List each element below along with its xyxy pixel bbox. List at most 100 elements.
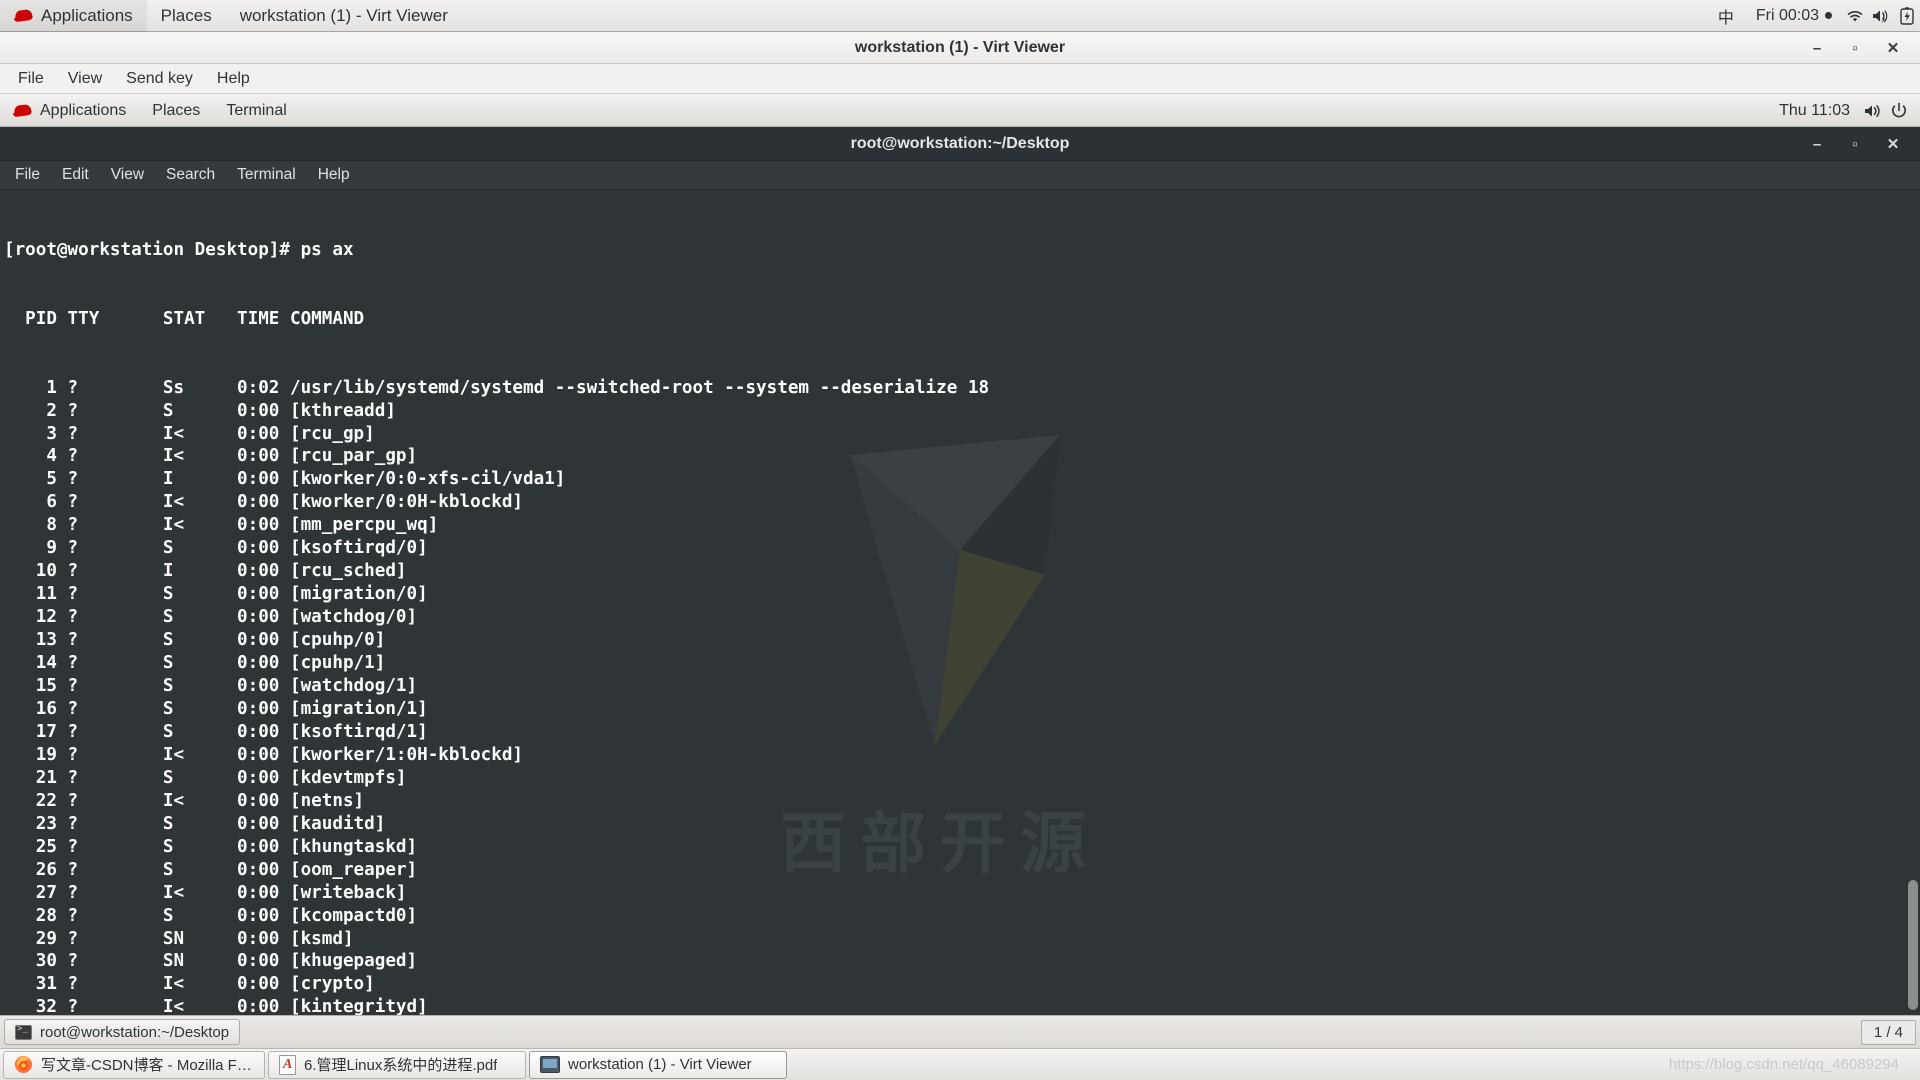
- terminal-process-row: 16 ? S 0:00 [migration/1]: [4, 698, 1920, 721]
- taskbar-item-pdf-label: 6.管理Linux系统中的进程.pdf: [304, 1054, 497, 1075]
- host-clock[interactable]: Fri 00:03: [1746, 7, 1842, 25]
- volume-icon[interactable]: [1860, 95, 1886, 127]
- host-window-title-label: workstation (1) - Virt Viewer: [240, 6, 448, 26]
- terminal-process-row: 6 ? I< 0:00 [kworker/0:0H-kblockd]: [4, 491, 1920, 514]
- terminal-menu-terminal[interactable]: Terminal: [226, 163, 307, 187]
- wifi-icon[interactable]: [1842, 0, 1868, 32]
- virt-viewer-menu-file[interactable]: File: [6, 67, 56, 91]
- virt-viewer-window: workstation (1) - Virt Viewer – ▫ ✕ File…: [0, 32, 1920, 1048]
- terminal-text-content: [root@workstation Desktop]# ps ax PID TT…: [4, 193, 1920, 1015]
- virt-viewer-menubar: File View Send key Help: [0, 64, 1920, 94]
- terminal-process-row: 22 ? I< 0:00 [netns]: [4, 790, 1920, 813]
- terminal-output-area[interactable]: 西部开源 [root@workstation Desktop]# ps ax P…: [0, 190, 1920, 1015]
- terminal-process-row: 31 ? I< 0:00 [crypto]: [4, 973, 1920, 996]
- terminal-title-label: root@workstation:~/Desktop: [851, 135, 1070, 153]
- virt-viewer-title-label: workstation (1) - Virt Viewer: [855, 39, 1065, 57]
- virt-viewer-window-controls: – ▫ ✕: [1800, 32, 1910, 64]
- terminal-process-row: 21 ? S 0:00 [kdevtmpfs]: [4, 767, 1920, 790]
- volume-muted-icon[interactable]: x: [1868, 0, 1894, 32]
- host-window-title-item[interactable]: workstation (1) - Virt Viewer: [226, 0, 462, 32]
- host-applications-menu[interactable]: Applications: [0, 0, 147, 32]
- terminal-menu-view[interactable]: View: [100, 163, 155, 187]
- terminal-menu-help[interactable]: Help: [307, 163, 361, 187]
- terminal-process-row: 28 ? S 0:00 [kcompactd0]: [4, 905, 1920, 928]
- virt-viewer-menu-view[interactable]: View: [56, 67, 114, 91]
- input-method-icon[interactable]: 中: [1706, 4, 1746, 28]
- taskbar-item-firefox[interactable]: 写文章-CSDN博客 - Mozilla Firefox: [3, 1051, 265, 1079]
- virt-viewer-icon: [540, 1056, 560, 1073]
- terminal-process-row: 27 ? I< 0:00 [writeback]: [4, 882, 1920, 905]
- virt-viewer-titlebar: workstation (1) - Virt Viewer – ▫ ✕: [0, 32, 1920, 64]
- notification-dot-icon: [1825, 12, 1832, 19]
- host-top-panel: Applications Places workstation (1) - Vi…: [0, 0, 1920, 32]
- guest-applications-label: Applications: [40, 102, 126, 120]
- terminal-window: root@workstation:~/Desktop – ▫ ✕ File Ed…: [0, 127, 1920, 1015]
- svg-text:x: x: [1882, 16, 1886, 24]
- terminal-process-row: 23 ? S 0:00 [kauditd]: [4, 813, 1920, 836]
- terminal-process-row: 13 ? S 0:00 [cpuhp/0]: [4, 629, 1920, 652]
- terminal-process-row: 10 ? I 0:00 [rcu_sched]: [4, 560, 1920, 583]
- terminal-menubar: File Edit View Search Terminal Help: [0, 161, 1920, 190]
- power-icon[interactable]: [1886, 95, 1912, 127]
- terminal-process-row: 8 ? I< 0:00 [mm_percpu_wq]: [4, 514, 1920, 537]
- terminal-process-row: 9 ? S 0:00 [ksoftirqd/0]: [4, 537, 1920, 560]
- host-places-menu[interactable]: Places: [147, 0, 226, 32]
- terminal-process-row: 15 ? S 0:00 [watchdog/1]: [4, 675, 1920, 698]
- terminal-titlebar: root@workstation:~/Desktop – ▫ ✕: [0, 127, 1920, 161]
- terminal-menu-edit[interactable]: Edit: [51, 163, 100, 187]
- terminal-process-row: 4 ? I< 0:00 [rcu_par_gp]: [4, 445, 1920, 468]
- guest-applications-menu[interactable]: Applications: [0, 95, 139, 127]
- terminal-process-row: 2 ? S 0:00 [kthreadd]: [4, 400, 1920, 423]
- battery-charging-icon[interactable]: [1894, 0, 1920, 32]
- guest-desktop: Applications Places Terminal Thu 11:03: [0, 95, 1920, 1048]
- terminal-menu-file[interactable]: File: [4, 163, 51, 187]
- terminal-scrollbar-thumb[interactable]: [1908, 880, 1918, 1010]
- terminal-maximize-button[interactable]: ▫: [1840, 131, 1870, 157]
- guest-places-label: Places: [152, 102, 200, 120]
- terminal-window-controls: – ▫ ✕: [1802, 127, 1908, 161]
- terminal-process-row: 1 ? Ss 0:02 /usr/lib/systemd/systemd --s…: [4, 377, 1920, 400]
- terminal-prompt-line: [root@workstation Desktop]# ps ax: [4, 239, 1920, 262]
- guest-taskbar: root@workstation:~/Desktop 1 / 4: [0, 1015, 1920, 1048]
- guest-places-menu[interactable]: Places: [139, 95, 213, 127]
- guest-terminal-label: Terminal: [226, 102, 286, 120]
- guest-taskbar-window-label: root@workstation:~/Desktop: [40, 1024, 229, 1041]
- terminal-icon: [15, 1025, 32, 1040]
- taskbar-item-pdf[interactable]: 6.管理Linux系统中的进程.pdf: [268, 1051, 526, 1079]
- virt-viewer-close-button[interactable]: ✕: [1876, 34, 1910, 62]
- host-panel-status-area: 中 Fri 00:03 x: [1706, 0, 1920, 32]
- terminal-ps-rows: 1 ? Ss 0:02 /usr/lib/systemd/systemd --s…: [4, 377, 1920, 1015]
- virt-viewer-minimize-button[interactable]: –: [1800, 34, 1834, 62]
- watermark-url: https://blog.csdn.net/qq_46089294: [1669, 1056, 1917, 1073]
- terminal-process-row: 32 ? I< 0:00 [kintegrityd]: [4, 996, 1920, 1015]
- terminal-menu-search[interactable]: Search: [155, 163, 226, 187]
- terminal-process-row: 14 ? S 0:00 [cpuhp/1]: [4, 652, 1920, 675]
- host-taskbar: 写文章-CSDN博客 - Mozilla Firefox 6.管理Linux系统…: [0, 1048, 1920, 1080]
- host-applications-label: Applications: [41, 6, 133, 26]
- terminal-scrollbar[interactable]: [1906, 190, 1920, 1015]
- red-hat-logo-icon: [14, 9, 34, 23]
- guest-taskbar-window-button[interactable]: root@workstation:~/Desktop: [4, 1019, 240, 1045]
- terminal-process-row: 5 ? I 0:00 [kworker/0:0-xfs-cil/vda1]: [4, 468, 1920, 491]
- terminal-process-row: 17 ? S 0:00 [ksoftirqd/1]: [4, 721, 1920, 744]
- terminal-close-button[interactable]: ✕: [1878, 131, 1908, 157]
- guest-clock[interactable]: Thu 11:03: [1769, 102, 1860, 120]
- pdf-icon: [279, 1055, 296, 1075]
- terminal-minimize-button[interactable]: –: [1802, 131, 1832, 157]
- workspace-switcher[interactable]: 1 / 4: [1861, 1020, 1916, 1045]
- terminal-process-row: 19 ? I< 0:00 [kworker/1:0H-kblockd]: [4, 744, 1920, 767]
- firefox-icon: [14, 1055, 33, 1074]
- taskbar-item-firefox-label: 写文章-CSDN博客 - Mozilla Firefox: [41, 1054, 254, 1075]
- virt-viewer-menu-help[interactable]: Help: [205, 67, 262, 91]
- taskbar-item-virt-viewer[interactable]: workstation (1) - Virt Viewer: [529, 1051, 787, 1079]
- guest-panel-status-area: Thu 11:03: [1769, 95, 1920, 127]
- host-places-label: Places: [161, 6, 212, 26]
- virt-viewer-menu-send-key[interactable]: Send key: [114, 67, 205, 91]
- terminal-process-row: 12 ? S 0:00 [watchdog/0]: [4, 606, 1920, 629]
- guest-terminal-menu[interactable]: Terminal: [213, 95, 299, 127]
- terminal-ps-header: PID TTY STAT TIME COMMAND: [4, 308, 1920, 331]
- taskbar-item-virt-viewer-label: workstation (1) - Virt Viewer: [568, 1056, 752, 1073]
- terminal-process-row: 26 ? S 0:00 [oom_reaper]: [4, 859, 1920, 882]
- red-hat-logo-icon: [13, 104, 33, 118]
- virt-viewer-maximize-button[interactable]: ▫: [1838, 34, 1872, 62]
